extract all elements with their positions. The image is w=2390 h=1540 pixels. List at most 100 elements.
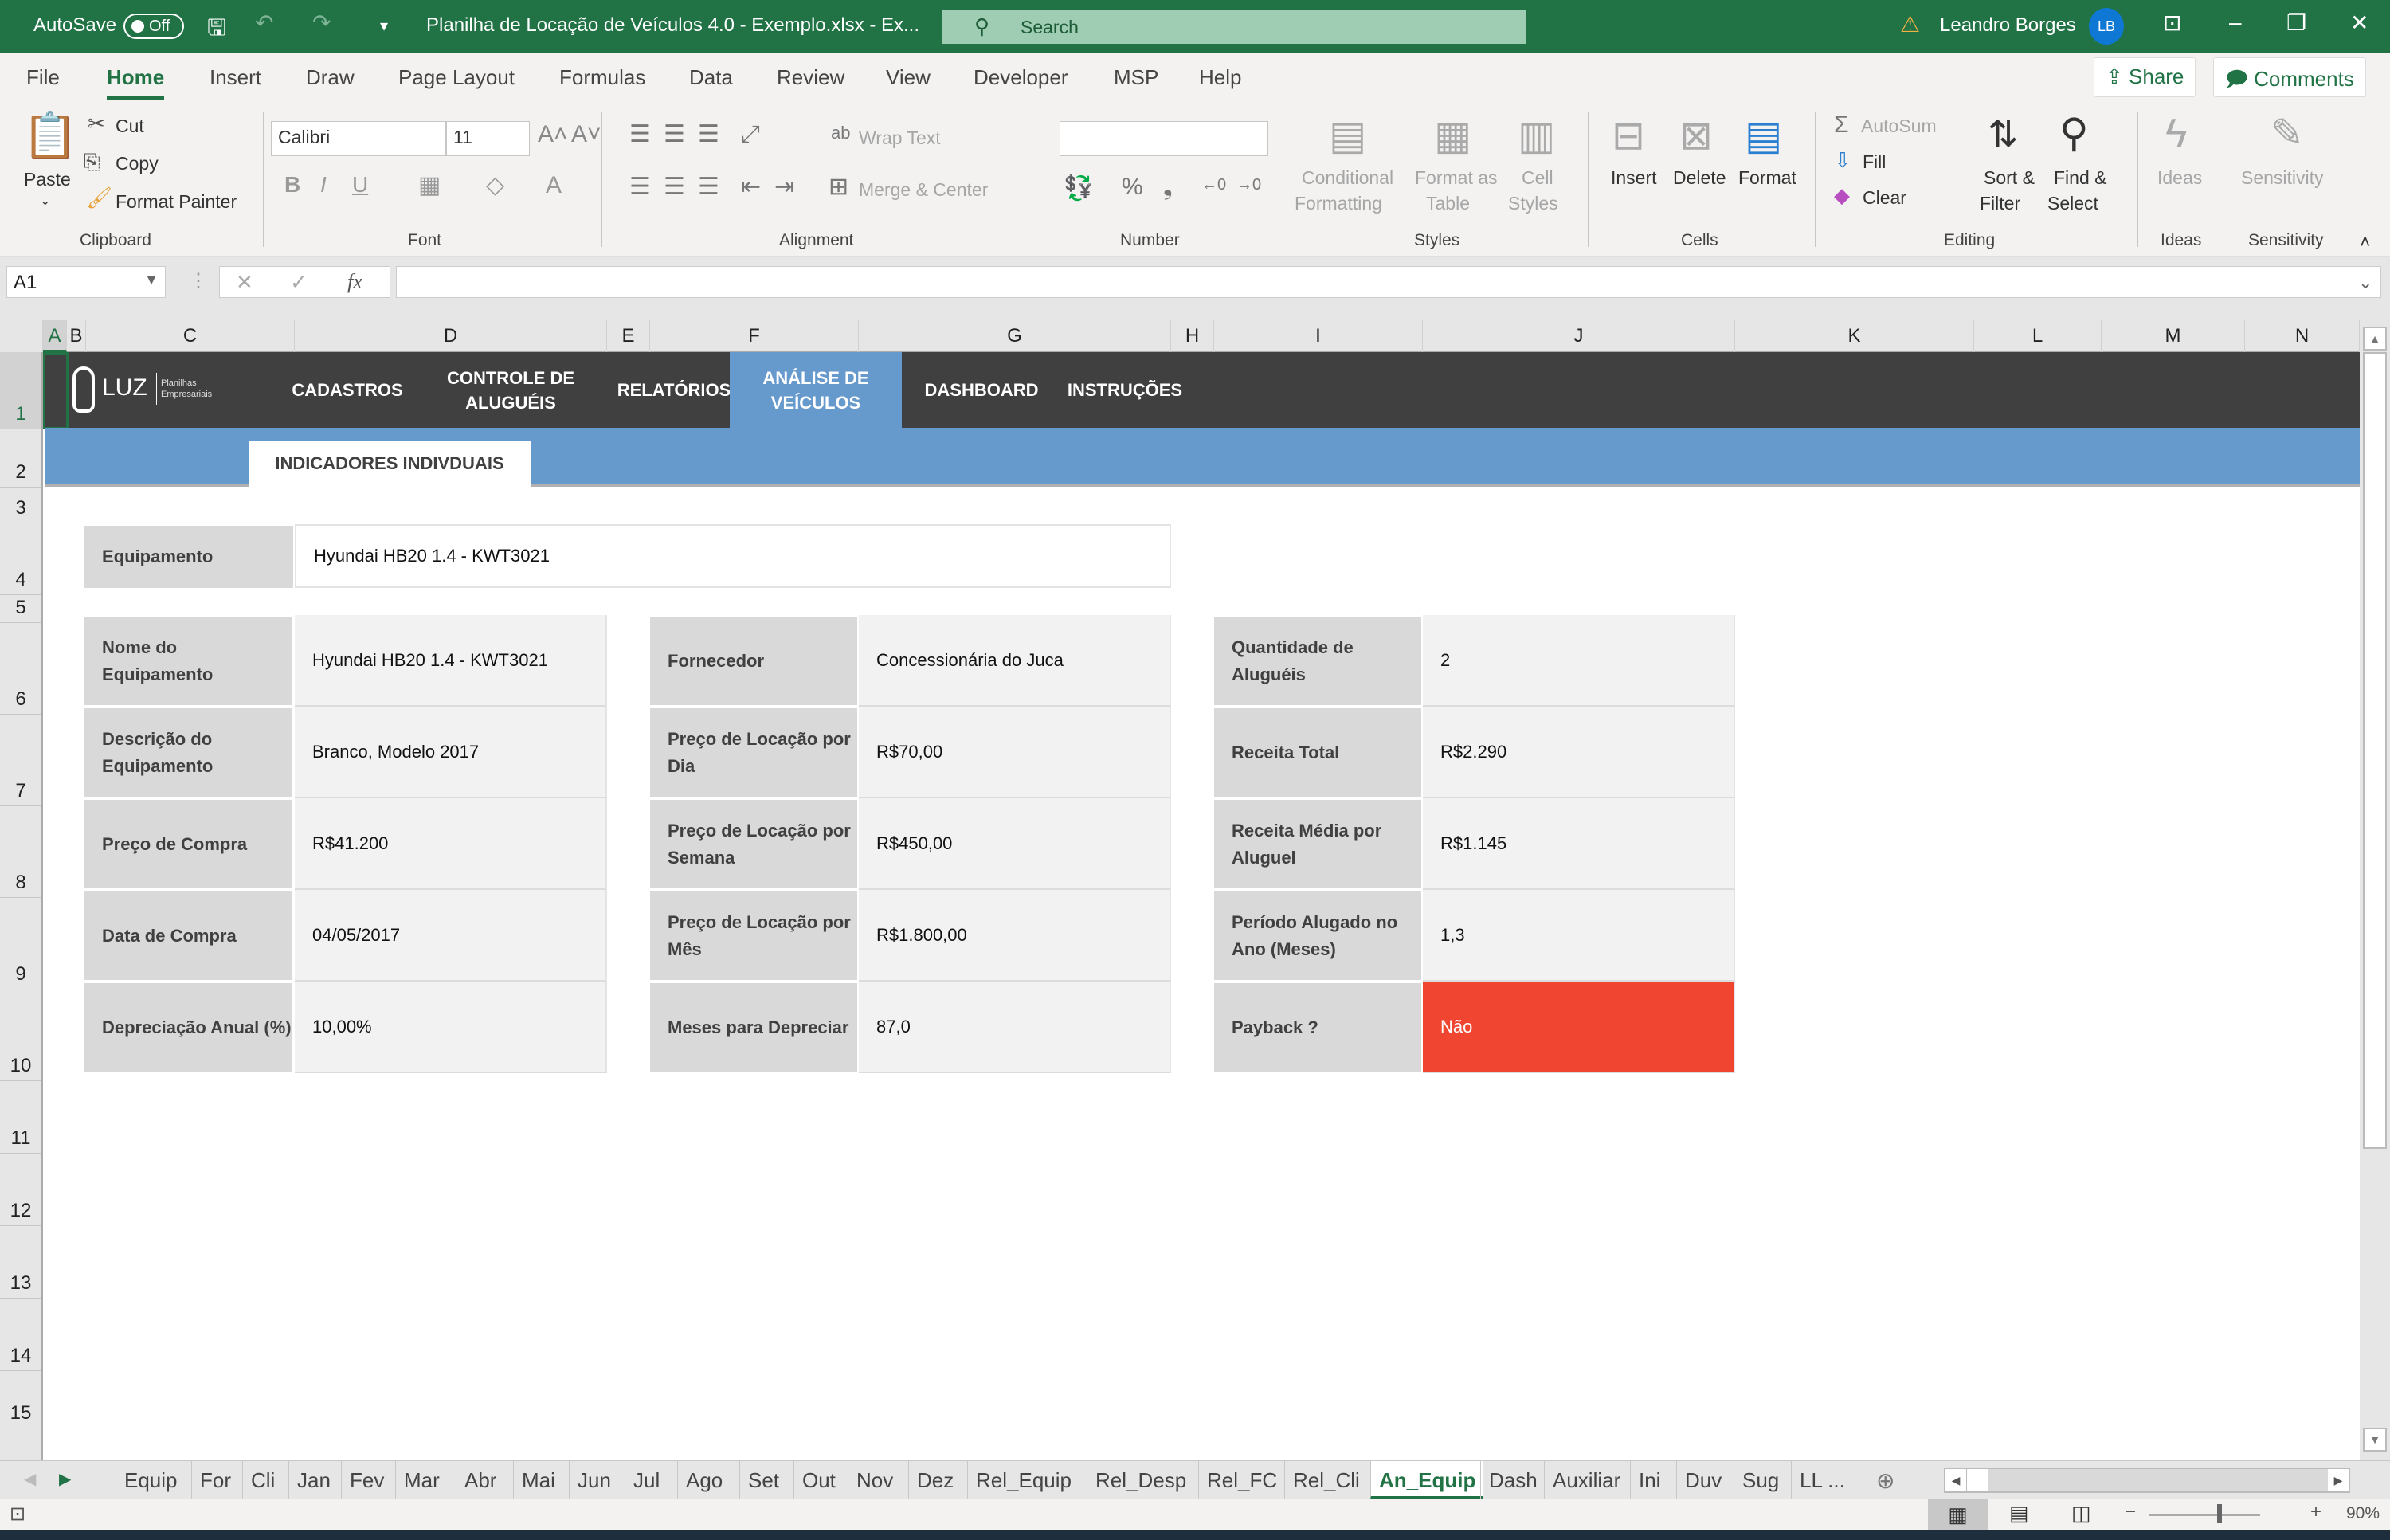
ideas-button[interactable]: Ideas [2157, 167, 2202, 189]
row-header[interactable]: 10 [0, 989, 41, 1081]
restore-icon[interactable]: ❐ [2286, 10, 2306, 36]
row-header[interactable]: 14 [0, 1299, 41, 1371]
scroll-left-icon[interactable]: ◀ [1945, 1469, 1966, 1491]
sheet-tab-fev[interactable]: Fev [341, 1461, 392, 1499]
tab-file[interactable]: File [26, 65, 60, 90]
cut-button[interactable]: Cut [116, 116, 144, 137]
decrease-decimal-icon[interactable]: →0 [1236, 177, 1261, 193]
sheet-tab-for[interactable]: For [191, 1461, 239, 1499]
decrease-indent-icon[interactable]: ⇤ [741, 175, 761, 199]
zoom-level[interactable]: 90% [2346, 1504, 2380, 1523]
insert-button[interactable]: Insert [1611, 167, 1657, 189]
clear-button[interactable]: Clear [1863, 187, 1906, 209]
formula-input[interactable] [396, 266, 2381, 298]
pricing-info-value[interactable]: R$70,00 [859, 707, 1171, 798]
collapse-ribbon-icon[interactable]: ˄ [2360, 231, 2370, 253]
format-button[interactable]: Format [1738, 167, 1796, 189]
column-header[interactable]: K [1735, 320, 1974, 352]
sheet-tab-an-equip[interactable]: An_Equip [1370, 1461, 1484, 1499]
format-as-table-button[interactable]: Format as [1415, 167, 1498, 189]
align-right-icon[interactable]: ☰ [698, 175, 719, 199]
equipment-info-value[interactable]: R$41.200 [295, 798, 607, 890]
normal-view-icon[interactable]: ▦ [1928, 1499, 1988, 1530]
performance-info-value[interactable]: 2 [1423, 615, 1735, 707]
column-header[interactable]: M [2102, 320, 2245, 352]
cell-styles-button[interactable]: Cell [1522, 167, 1554, 189]
italic-icon[interactable]: I [320, 174, 327, 196]
conditional-formatting-button[interactable]: Conditional [1302, 167, 1393, 189]
zoom-slider-handle[interactable] [2217, 1504, 2222, 1523]
sheet-tab-ago[interactable]: Ago [677, 1461, 731, 1499]
align-middle-icon[interactable]: ☰ [664, 123, 685, 147]
equipment-info-value[interactable]: Branco, Modelo 2017 [295, 707, 607, 798]
fill-color-icon[interactable]: ◇ [486, 174, 504, 198]
pricing-info-value[interactable]: R$1.800,00 [859, 890, 1171, 982]
sheet-tab-mar[interactable]: Mar [395, 1461, 448, 1499]
select-all-corner[interactable] [0, 320, 43, 352]
tab-msp[interactable]: MSP [1114, 65, 1158, 90]
sheet-tab-sug[interactable]: Sug [1734, 1461, 1787, 1499]
row-header[interactable]: 5 [0, 595, 41, 623]
number-format-select[interactable] [1060, 121, 1268, 156]
tab-view[interactable]: View [886, 65, 931, 90]
nav-controle-alugueis[interactable]: CONTROLE DE ALUGUÉIS [427, 352, 594, 428]
row-header[interactable]: 7 [0, 715, 41, 806]
sheet-tab-jul[interactable]: Jul [625, 1461, 668, 1499]
equipment-select[interactable]: Hyundai HB20 1.4 - KWT3021 [295, 524, 1171, 588]
page-break-view-icon[interactable]: ◫ [2071, 1501, 2091, 1526]
sheet-tab-set[interactable]: Set [739, 1461, 787, 1499]
name-box[interactable]: A1 ▼ [6, 266, 166, 298]
orientation-icon[interactable]: ⤢ [741, 123, 760, 147]
sheet-tab-abr[interactable]: Abr [456, 1461, 504, 1499]
enter-icon[interactable]: ✓ [290, 270, 308, 295]
increase-decimal-icon[interactable]: ←0 [1201, 177, 1226, 193]
format-as-table-button-2[interactable]: Table [1426, 193, 1470, 214]
column-header[interactable]: L [1974, 320, 2102, 352]
column-header[interactable]: G [859, 320, 1171, 352]
percent-style-icon[interactable]: % [1122, 175, 1143, 199]
sheet-tab-nov[interactable]: Nov [848, 1461, 901, 1499]
row-header[interactable]: 11 [0, 1081, 41, 1154]
sort-filter-button-2[interactable]: Filter [1980, 193, 2020, 214]
column-header[interactable]: B [67, 320, 86, 352]
add-sheet-icon[interactable]: ⊕ [1876, 1468, 1894, 1494]
save-icon[interactable]: 🖫 [207, 11, 226, 49]
horizontal-scrollbar[interactable]: ◀ ▶ [1944, 1468, 2350, 1493]
comments-button[interactable]: 🗩 Comments [2213, 57, 2366, 97]
cell-styles-button-2[interactable]: Styles [1508, 193, 1558, 214]
font-size-select[interactable]: 11 [446, 121, 530, 156]
pricing-info-value[interactable]: 87,0 [859, 982, 1171, 1073]
column-header[interactable]: H [1171, 320, 1214, 352]
increase-indent-icon[interactable]: ⇥ [774, 175, 794, 199]
avatar[interactable]: LB [2089, 8, 2124, 45]
comma-style-icon[interactable]: ❟ [1163, 175, 1173, 199]
column-header[interactable]: N [2245, 320, 2360, 352]
sheet-tab-ll[interactable]: LL ... [1791, 1461, 1853, 1499]
tab-formulas[interactable]: Formulas [559, 65, 645, 90]
sort-filter-button[interactable]: Sort & [1984, 167, 2035, 189]
page-layout-view-icon[interactable]: ▤ [2009, 1501, 2029, 1526]
insert-function-icon[interactable]: fx [347, 270, 362, 294]
tab-developer[interactable]: Developer [974, 65, 1068, 90]
tab-help[interactable]: Help [1199, 65, 1241, 90]
equipment-info-value[interactable]: 10,00% [295, 982, 607, 1073]
accounting-format-icon[interactable]: 💱 [1064, 177, 1093, 201]
column-header[interactable]: A [43, 320, 67, 352]
sheet-tab-rel-cli[interactable]: Rel_Cli [1284, 1461, 1368, 1499]
sheet-tab-out[interactable]: Out [793, 1461, 844, 1499]
sheet-tab-rel-fc[interactable]: Rel_FC [1198, 1461, 1285, 1499]
row-header[interactable]: 3 [0, 488, 41, 523]
underline-icon[interactable]: U [352, 174, 368, 196]
format-painter-button[interactable]: Format Painter [116, 191, 237, 213]
decrease-font-icon[interactable]: A˅ [571, 123, 601, 147]
nav-analise-veiculos[interactable]: ANÁLISE DE VEÍCULOS [730, 352, 902, 428]
tab-insert[interactable]: Insert [210, 65, 261, 90]
row-header[interactable]: 6 [0, 623, 41, 715]
hscroll-thumb[interactable] [1966, 1469, 1988, 1491]
equipment-info-value[interactable]: 04/05/2017 [295, 890, 607, 982]
sheet-tab-mai[interactable]: Mai [513, 1461, 563, 1499]
sheet-tab-cli[interactable]: Cli [242, 1461, 283, 1499]
sheet-tab-equip[interactable]: Equip [116, 1461, 186, 1499]
close-icon[interactable]: ✕ [2350, 10, 2368, 36]
pricing-info-value[interactable]: Concessionária do Juca [859, 615, 1171, 707]
